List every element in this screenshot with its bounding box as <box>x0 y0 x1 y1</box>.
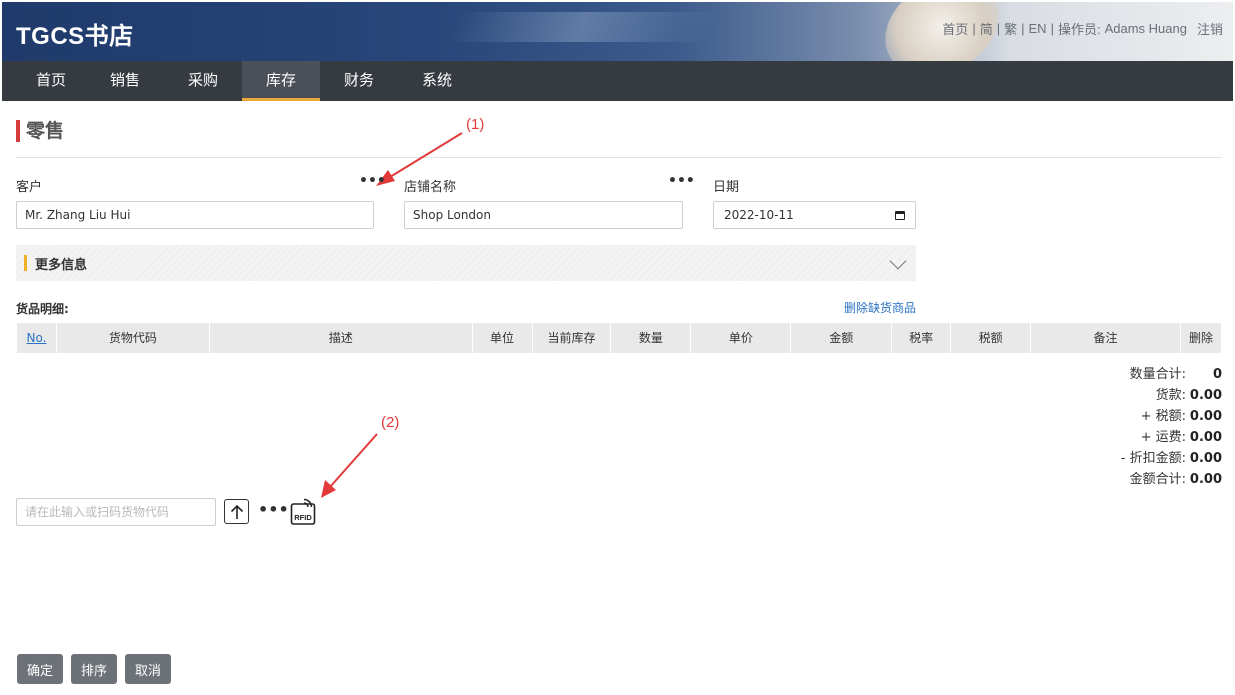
annotation-arrow-1 <box>389 132 463 178</box>
shipping-value: 0.00 <box>1189 430 1222 445</box>
sort-button[interactable]: 排序 <box>71 654 118 684</box>
col-no-sort-link[interactable]: No. <box>27 331 47 345</box>
col-notes: 备注 <box>1030 323 1181 354</box>
arrow-up-icon <box>230 504 243 519</box>
col-quantity: 数量 <box>610 323 692 354</box>
scan-code-input[interactable] <box>16 498 216 526</box>
col-delete: 删除 <box>1179 323 1223 354</box>
col-unit-price: 单价 <box>690 323 792 354</box>
totals-row: 数量合计: 0 <box>1121 364 1222 385</box>
shipping-label: + 运费: <box>1140 430 1186 445</box>
customer-input[interactable] <box>16 201 374 229</box>
col-tax-rate: 税率 <box>891 323 952 354</box>
upload-button[interactable] <box>224 499 249 524</box>
confirm-button[interactable]: 确定 <box>17 654 64 684</box>
table-header-row: No. 货物代码 描述 单位 当前库存 数量 单价 金额 税率 税额 备注 删除 <box>16 323 1223 354</box>
col-amount: 金额 <box>790 323 893 354</box>
more-info-label: 更多信息 <box>35 257 88 273</box>
date-value: 2022-10-11 <box>724 208 794 222</box>
customer-more-button[interactable]: ••• <box>359 173 386 189</box>
date-input[interactable]: 2022-10-11 <box>713 201 916 229</box>
col-unit: 单位 <box>471 323 533 354</box>
customer-label: 客户 <box>16 180 43 195</box>
totals-row: + 运费: 0.00 <box>1121 427 1222 448</box>
store-input[interactable] <box>404 201 683 229</box>
rfid-button[interactable]: RFID <box>290 498 316 526</box>
tax-value: 0.00 <box>1189 409 1222 424</box>
section-accent-bar <box>24 255 27 271</box>
totals-row: - 折扣金额: 0.00 <box>1121 448 1222 469</box>
calendar-icon[interactable] <box>895 210 905 220</box>
totals-panel: 数量合计: 0 货款: 0.00 + 税额: 0.00 + 运费: 0.00 - 折扣金… <box>1121 364 1222 490</box>
grand-total-label: 金额合计: <box>1129 472 1186 487</box>
qty-total-value: 0 <box>1212 367 1222 382</box>
totals-row: 金额合计: 0.00 <box>1121 469 1222 490</box>
col-no[interactable]: No. <box>16 323 57 354</box>
remove-out-of-stock-link[interactable]: 删除缺货商品 <box>844 299 916 316</box>
date-label: 日期 <box>713 180 740 195</box>
more-info-toggle[interactable]: 更多信息 <box>16 245 916 281</box>
goods-label: 货款: <box>1155 388 1186 403</box>
totals-row: + 税额: 0.00 <box>1121 406 1222 427</box>
annotation-label-1: (1) <box>466 116 485 133</box>
items-table: No. 货物代码 描述 单位 当前库存 数量 单价 金额 税率 税额 备注 删除 <box>16 323 1223 354</box>
discount-label: - 折扣金额: <box>1120 451 1186 466</box>
col-code: 货物代码 <box>55 323 210 354</box>
goods-value: 0.00 <box>1189 388 1222 403</box>
items-section-label: 货品明细: <box>16 302 69 316</box>
totals-row: 货款: 0.00 <box>1121 385 1222 406</box>
cancel-button[interactable]: 取消 <box>125 654 172 684</box>
store-more-button[interactable]: ••• <box>668 173 695 189</box>
discount-value: 0.00 <box>1189 451 1222 466</box>
col-description: 描述 <box>208 323 473 354</box>
col-tax-amount: 税额 <box>950 323 1032 354</box>
annotation-arrow-2 <box>329 433 378 488</box>
rfid-icon: RFID <box>290 498 316 525</box>
scan-more-button[interactable]: ••• <box>258 500 289 519</box>
rfid-icon-text: RFID <box>294 513 312 522</box>
grand-total-value: 0.00 <box>1189 472 1222 487</box>
col-stock: 当前库存 <box>531 323 612 354</box>
chevron-down-icon[interactable] <box>889 252 907 270</box>
qty-total-label: 数量合计: <box>1129 367 1186 382</box>
tax-label: + 税额: <box>1140 409 1186 424</box>
store-label: 店铺名称 <box>404 180 457 195</box>
annotation-label-2: (2) <box>381 414 400 431</box>
